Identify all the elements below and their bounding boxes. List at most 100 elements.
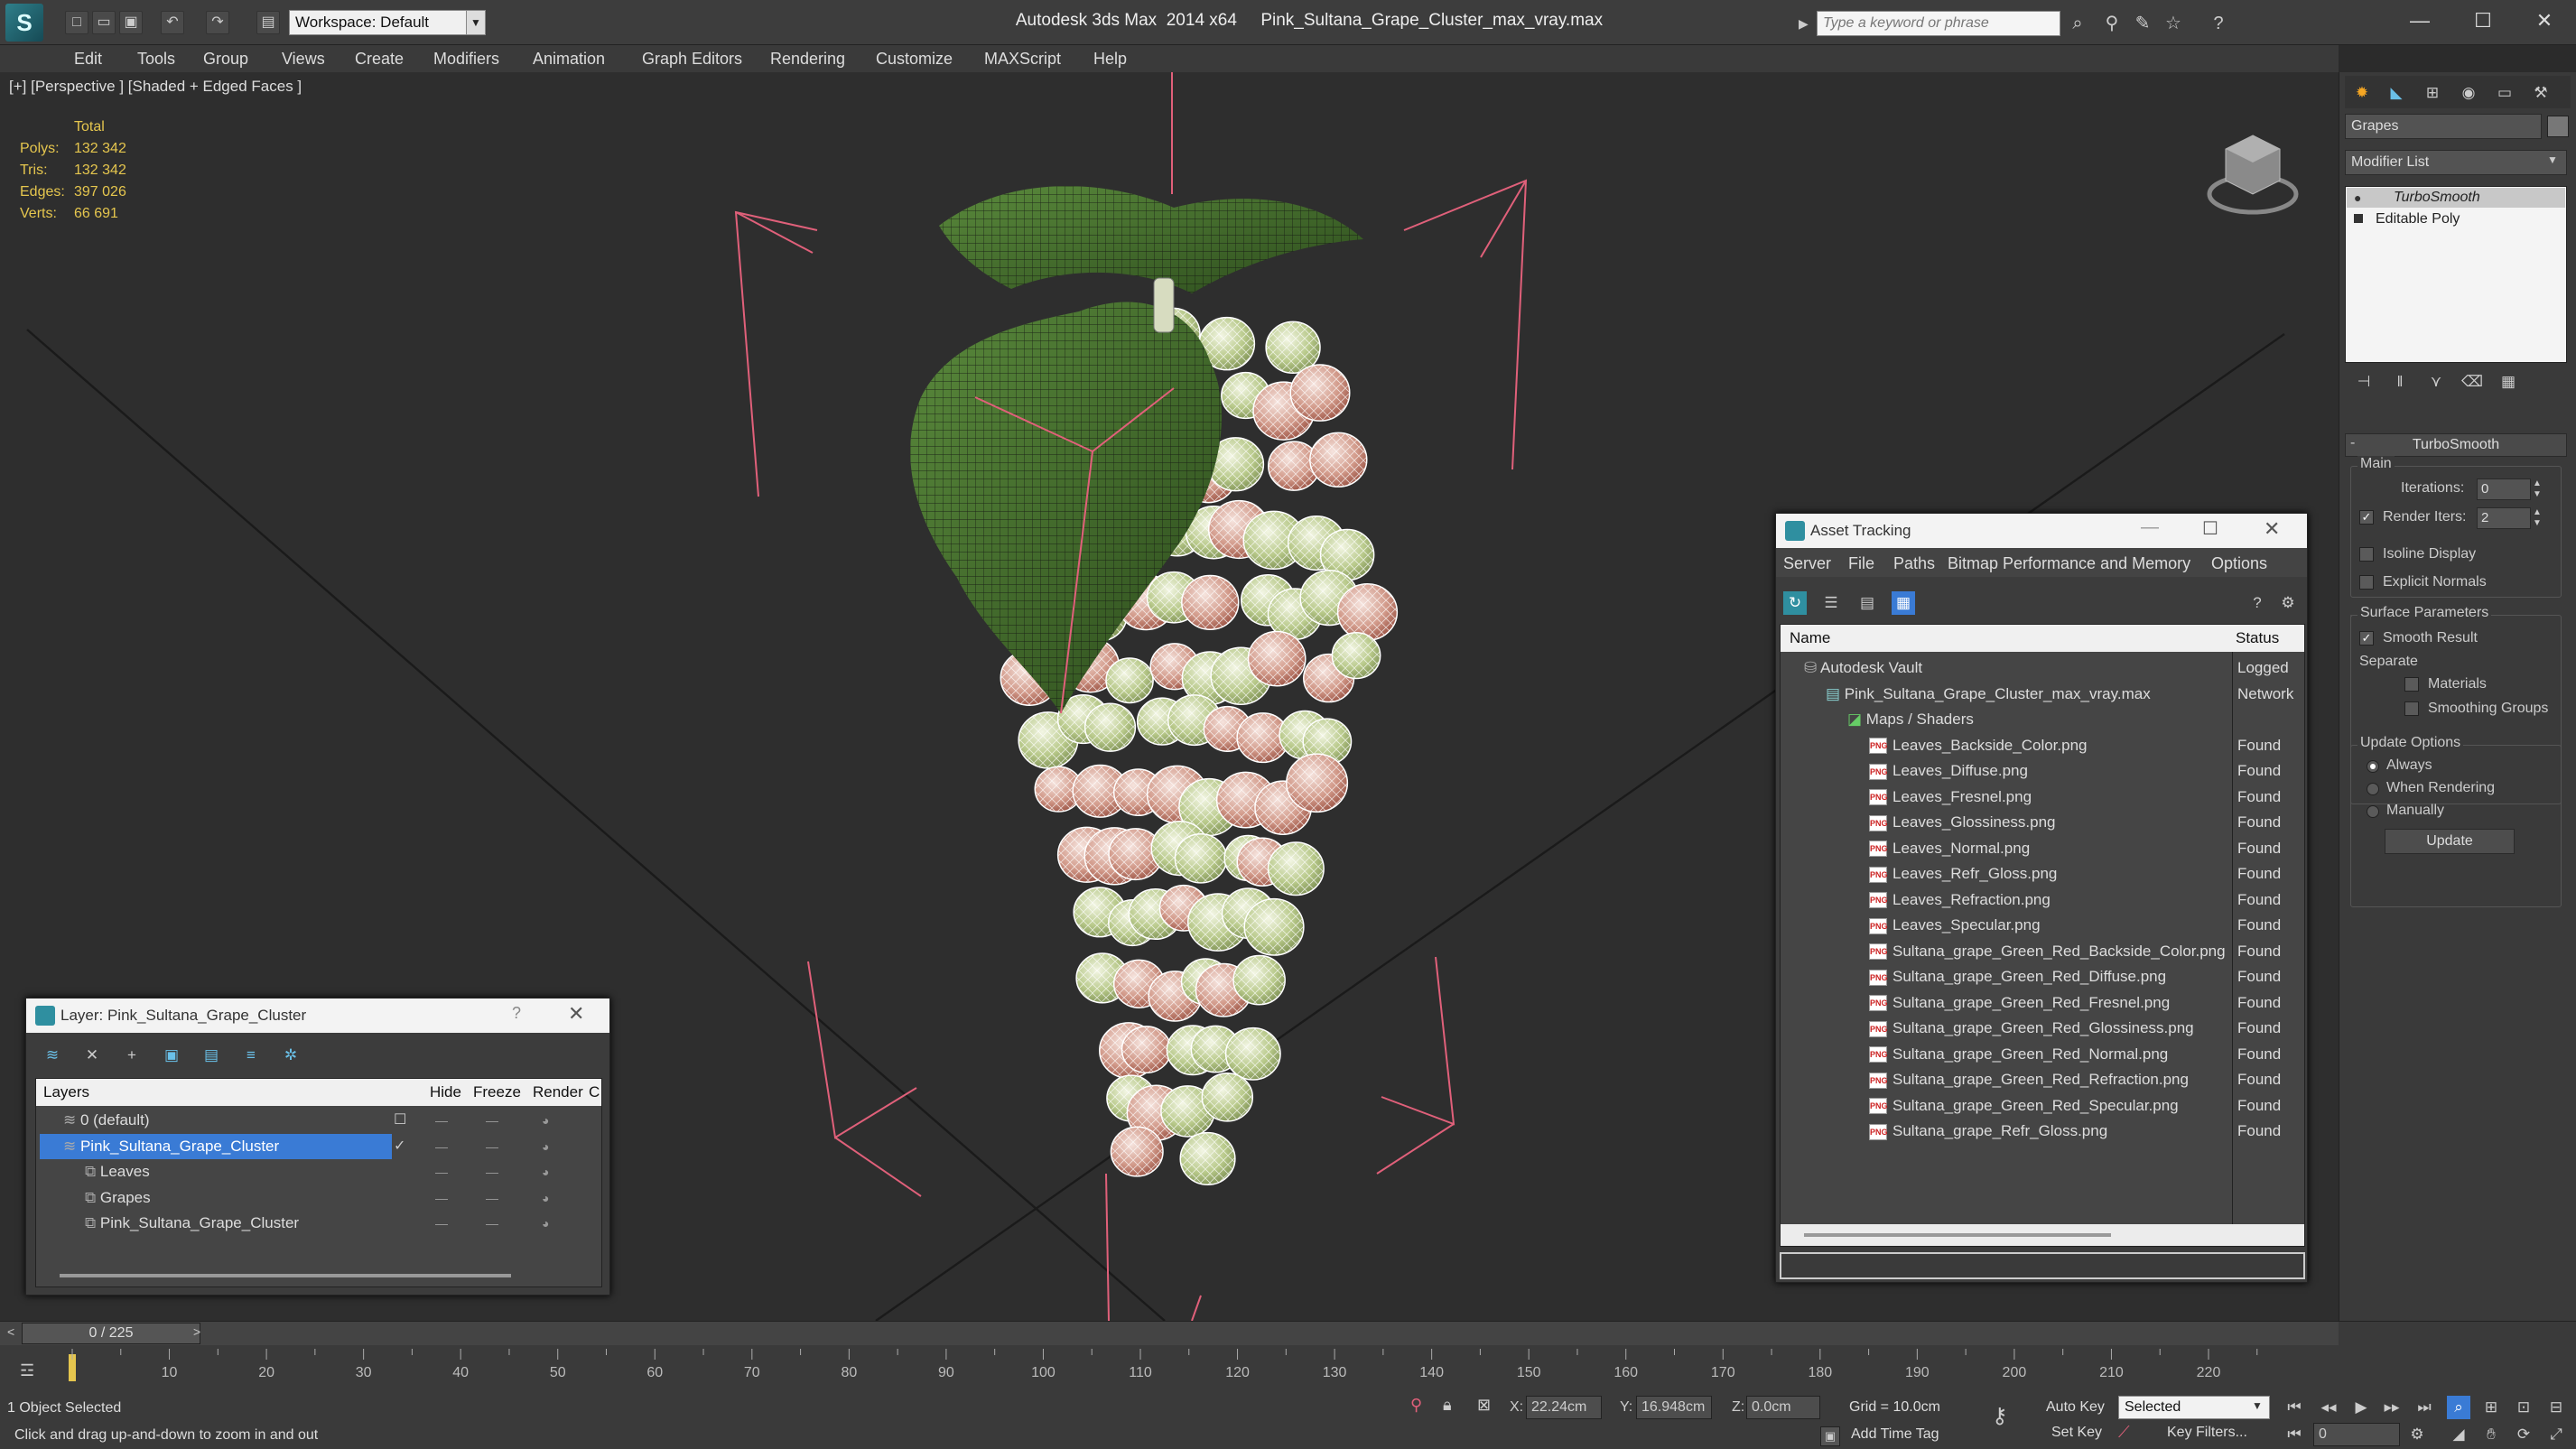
freeze-toggle-icon[interactable]: — [486, 1185, 498, 1212]
go-to-end-icon[interactable]: ⏭ [2413, 1396, 2436, 1419]
asset-row[interactable]: Leaves_Diffuse.png Found [1781, 758, 2304, 785]
modify-tab-icon[interactable]: ◣ [2385, 81, 2408, 105]
render-iters-spinner[interactable]: 2 [2477, 507, 2531, 529]
current-layer-check-icon[interactable]: ✓ [394, 1134, 405, 1160]
help-button[interactable]: ? [512, 1004, 521, 1023]
save-file-icon[interactable]: ▣ [119, 11, 143, 34]
at-menu-options[interactable]: Options [2211, 550, 2267, 577]
display-tab-icon[interactable]: ▭ [2493, 81, 2516, 105]
lock-selection-icon[interactable]: 🔒︎ [1443, 1396, 1452, 1415]
pan-view-icon[interactable]: ✋︎ [2479, 1423, 2503, 1446]
layer-name-cell[interactable]: ⧉ Leaves [40, 1159, 392, 1184]
field-of-view-icon[interactable]: ◢ [2447, 1423, 2470, 1446]
select-objects-icon[interactable]: ▣ [160, 1044, 183, 1067]
layer-row[interactable]: ≋ Pink_Sultana_Grape_Cluster ✓ — — ◕ [36, 1133, 601, 1160]
menu-modifiers[interactable]: Modifiers [433, 45, 499, 72]
help-icon[interactable]: ? [2207, 12, 2230, 35]
tree-view-icon[interactable]: ▤ [1855, 591, 1879, 615]
asset-row[interactable]: Leaves_Backside_Color.png Found [1781, 733, 2304, 759]
freeze-toggle-icon[interactable]: — [486, 1108, 498, 1134]
smoothing-groups-checkbox[interactable] [2404, 701, 2419, 716]
modifier-list-dropdown[interactable]: Modifier List [2345, 150, 2567, 175]
asset-row[interactable]: ⛁ Autodesk Vault Logged [1781, 655, 2304, 682]
key-mode-toggle-icon[interactable]: ⏮ [2283, 1423, 2306, 1446]
zoom-extents-icon[interactable]: ⊡ [2512, 1396, 2535, 1419]
hide-all-icon[interactable]: ≡ [239, 1044, 263, 1067]
freeze-all-icon[interactable]: ✲ [279, 1044, 302, 1067]
refresh-icon[interactable]: ↻ [1783, 591, 1807, 615]
asset-row[interactable]: Sultana_grape_Green_Red_Refraction.png Fo… [1781, 1067, 2304, 1093]
key-selection-dropdown[interactable]: Selected [2118, 1396, 2270, 1419]
hide-toggle-icon[interactable]: — [435, 1108, 448, 1134]
absolute-mode-icon[interactable]: ⊠ [1477, 1396, 1491, 1415]
delete-layer-icon[interactable]: ✕ [80, 1044, 104, 1067]
undo-icon[interactable]: ↶ [161, 11, 184, 34]
explicit-normals-checkbox[interactable] [2359, 575, 2374, 590]
asset-path-field[interactable] [1780, 1252, 2305, 1279]
close-icon[interactable]: ✕ [2264, 517, 2280, 541]
asset-row[interactable]: ◪ Maps / Shaders [1781, 707, 2304, 733]
render-iters-checkbox[interactable]: ✓ [2359, 510, 2374, 525]
asset-row[interactable]: Leaves_Glossiness.png Found [1781, 810, 2304, 836]
layer-name-cell[interactable]: ≋ 0 (default) [40, 1108, 392, 1133]
menu-edit[interactable]: Edit [74, 45, 102, 72]
rollout-turbosmooth[interactable]: TurboSmooth [2345, 433, 2567, 457]
time-slider[interactable] [0, 1322, 2339, 1345]
highlight-layer-icon[interactable]: ▤ [200, 1044, 223, 1067]
redo-icon[interactable]: ↷ [206, 11, 229, 34]
time-configuration-icon[interactable]: ⚙ [2405, 1423, 2429, 1446]
render-toggle-icon[interactable]: ◕ [542, 1185, 549, 1212]
asset-row[interactable]: Sultana_grape_Green_Red_Diffuse.png Found [1781, 964, 2304, 990]
layer-row[interactable]: ⧉ Pink_Sultana_Grape_Cluster — — ◕ [36, 1211, 601, 1237]
object-name-field[interactable]: Grapes [2345, 114, 2542, 139]
zoom-all-icon[interactable]: ⊞ [2479, 1396, 2503, 1419]
spinner-arrows-icon[interactable]: ▲ ▼ [2533, 507, 2542, 529]
at-menu-file[interactable]: File [1848, 550, 1874, 577]
utilities-tab-icon[interactable]: ⚒ [2529, 81, 2553, 105]
asset-row[interactable]: Leaves_Specular.png Found [1781, 913, 2304, 939]
asset-row[interactable]: Leaves_Normal.png Found [1781, 836, 2304, 862]
help-icon[interactable]: ? [2246, 591, 2269, 615]
time-slider-thumb[interactable]: 0 / 225 [22, 1323, 200, 1344]
hide-toggle-icon[interactable]: — [435, 1134, 448, 1160]
asset-row[interactable]: Leaves_Refr_Gloss.png Found [1781, 861, 2304, 887]
asset-row[interactable]: ▤ Pink_Sultana_Grape_Cluster_max_vray.ma… [1781, 682, 2304, 708]
asset-tracking-title[interactable]: Asset Tracking [1776, 514, 2307, 548]
minimize-icon[interactable]: — [2141, 517, 2159, 538]
hide-toggle-icon[interactable]: — [435, 1185, 448, 1212]
freeze-toggle-icon[interactable]: — [486, 1211, 498, 1237]
layer-row[interactable]: ≋ 0 (default) ☐ — — ◕ [36, 1108, 601, 1134]
y-coordinate-field[interactable]: 16.948cm [1636, 1396, 1712, 1419]
configure-modifier-sets-icon[interactable]: ▦ [2497, 370, 2520, 394]
stack-item-editable-poly[interactable]: Editable Poly [2347, 209, 2565, 229]
orbit-icon[interactable]: ⟳ [2512, 1423, 2535, 1446]
play-icon[interactable]: ▶ [2349, 1396, 2373, 1419]
subscription-icon[interactable]: ⚲ [2100, 12, 2124, 35]
show-end-result-icon[interactable]: ‖ [2388, 370, 2412, 394]
maximize-icon[interactable]: ☐ [2451, 0, 2515, 42]
menu-views[interactable]: Views [282, 45, 325, 72]
asset-row[interactable]: Sultana_grape_Green_Red_Backside_Color.p… [1781, 939, 2304, 965]
menu-maxscript[interactable]: MAXScript [984, 45, 1061, 72]
layer-name-cell[interactable]: ⧉ Pink_Sultana_Grape_Cluster [40, 1211, 392, 1236]
time-slider-prev-icon[interactable]: < [7, 1324, 14, 1339]
render-toggle-icon[interactable]: ◕ [542, 1159, 549, 1185]
app-logo-icon[interactable]: S [5, 4, 43, 42]
layer-name-cell[interactable]: ⧉ Grapes [40, 1185, 392, 1211]
object-color-swatch[interactable] [2547, 116, 2569, 137]
render-toggle-icon[interactable]: ◕ [542, 1108, 549, 1134]
menu-tools[interactable]: Tools [137, 45, 175, 72]
always-radio[interactable] [2367, 760, 2379, 773]
chevron-down-icon[interactable]: ▼ [466, 10, 486, 35]
z-coordinate-field[interactable]: 0.0cm [1746, 1396, 1820, 1419]
close-icon[interactable]: ✕ [568, 1002, 584, 1026]
col-freeze-header[interactable]: Freeze [473, 1079, 521, 1106]
favorites-star-icon[interactable]: ☆ [2162, 12, 2185, 35]
menu-group[interactable]: Group [203, 45, 248, 72]
stack-item-turbosmooth[interactable]: TurboSmooth [2347, 188, 2565, 208]
layer-row[interactable]: ⧉ Grapes — — ◕ [36, 1185, 601, 1212]
key-filters-button[interactable]: Key Filters... [2167, 1425, 2247, 1441]
iterations-spinner[interactable]: 0 [2477, 478, 2531, 500]
isoline-display-checkbox[interactable] [2359, 547, 2374, 562]
maximize-icon[interactable]: ☐ [2202, 517, 2218, 540]
